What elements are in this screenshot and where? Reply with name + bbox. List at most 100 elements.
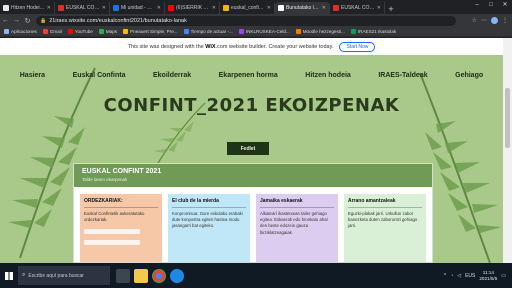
divider xyxy=(348,207,422,208)
bookmark-label: Moodle hezzegesti... xyxy=(302,29,345,34)
padlet-title: EUSKAL CONFINT 2021 xyxy=(82,168,162,175)
bookmark-label: Pneauert Simple, Pre... xyxy=(130,29,178,34)
padlet-attachment[interactable] xyxy=(84,229,140,235)
bookmark-favicon-icon xyxy=(350,29,356,34)
padlet-column[interactable]: ORDEZKARIAK: Euskal Confintetik aukeratut… xyxy=(80,194,162,262)
chrome-icon[interactable] xyxy=(152,268,166,283)
menu-item[interactable]: IRAES-Taldeak xyxy=(378,72,427,79)
bookmark-label: IRAES21 Ikastolak xyxy=(357,29,397,34)
padlet-subtitle: Talde lanen ekarpenak xyxy=(82,177,128,182)
tab-title: Hitzen Hodeia - Ir xyxy=(11,5,45,11)
padlet-post-text: Euskal Confintetik aukeratutako ordezkar… xyxy=(84,211,145,223)
scrollbar-thumb[interactable] xyxy=(505,88,510,148)
window-controls: – □ ✕ xyxy=(470,0,512,10)
padlet-column[interactable]: Jamaika eskaerak Alkatearí ikastetxean ta… xyxy=(256,194,338,262)
tab-close-icon[interactable]: ✕ xyxy=(267,5,271,11)
padlet-embed[interactable]: EUSKAL CONFINT 2021 Talde lanen ekarpena… xyxy=(73,163,433,263)
bookmark-label: YouTube xyxy=(74,29,93,34)
task-view-icon[interactable] xyxy=(116,268,130,283)
bookmark-item[interactable]: Gmail xyxy=(42,29,62,34)
menu-item[interactable]: Euskal Confinta xyxy=(73,72,126,79)
taskbar-search-placeholder: Escribe aquí para buscar xyxy=(28,272,84,279)
divider xyxy=(84,207,158,208)
wix-banner-text: This site was designed with the WiX.com … xyxy=(127,43,334,50)
browser-tab[interactable]: Mi unidad - Goo ✕ xyxy=(110,2,165,14)
start-button[interactable] xyxy=(0,263,18,288)
padlet-attachment[interactable] xyxy=(84,240,140,246)
tab-title: (6)SIERRIK ASKO xyxy=(176,5,210,11)
bookmark-item[interactable]: Aplicaciones xyxy=(4,29,37,34)
browser-toolbar: ← → ↻ 🔒 21iraes.wixsite.com/euskalconfin… xyxy=(0,14,512,27)
bookmark-item[interactable]: YouTube xyxy=(67,29,93,34)
wifi-icon[interactable]: ◔ xyxy=(450,273,453,279)
padlet-column[interactable]: Arrano amantzaleak Eguzki-plakak jarri. U… xyxy=(344,194,426,262)
close-window-icon[interactable]: ✕ xyxy=(498,0,512,10)
file-explorer-icon[interactable] xyxy=(134,268,148,283)
padlet-column-heading: ORDEZKARIAK: xyxy=(84,198,123,204)
page-scrollbar[interactable] xyxy=(503,38,512,263)
divider xyxy=(172,207,246,208)
browser-tab[interactable]: (6)SIERRIK ASKO✕ xyxy=(165,2,220,14)
start-now-button[interactable]: Start Now xyxy=(339,41,376,52)
bookmark-item[interactable]: Tiempo de actuar -... xyxy=(183,29,233,34)
tab-favicon-icon xyxy=(333,5,339,11)
tab-title: EUSKAL CONF xyxy=(341,5,375,11)
minimize-icon[interactable]: – xyxy=(470,0,484,10)
tab-close-icon[interactable]: ✕ xyxy=(157,5,161,11)
bookmark-item[interactable]: Moodle hezzegesti... xyxy=(295,29,345,34)
browser-tab[interactable]: EUSKAL CONFINT✕ xyxy=(55,2,110,14)
notifications-icon[interactable]: ▭ xyxy=(501,273,506,279)
bookmark-favicon-icon xyxy=(4,29,9,34)
padlet-post-text: Alkatearí ikastetxean tailer gehiago egi… xyxy=(260,211,328,235)
bookmark-item[interactable]: IRAES21 Ikastolak xyxy=(350,29,397,34)
star-icon[interactable]: ☆ xyxy=(472,17,477,24)
clock[interactable]: 11:14 2021/5/5 xyxy=(479,270,497,282)
menu-item[interactable]: Hasiera xyxy=(20,72,45,79)
tab-title: Mi unidad - Goo xyxy=(121,5,155,11)
browser-tab[interactable]: Bunutatako lanek✕ xyxy=(275,2,330,14)
windows-taskbar: ⌕ Escribe aquí para buscar ^ ◔ ◁ EUS 11:… xyxy=(0,263,512,288)
padlet-column[interactable]: El club de la mierda Konpromisua: Gure es… xyxy=(168,194,250,262)
taskbar-search[interactable]: ⌕ Escribe aquí para buscar xyxy=(18,266,110,285)
edge-icon[interactable] xyxy=(170,268,184,283)
tab-strip: Hitzen Hodeia - Ir✕EUSKAL CONFINT✕Mi uni… xyxy=(0,0,512,14)
forward-icon[interactable]: → xyxy=(11,17,22,24)
fedlet-button[interactable]: Fedlet xyxy=(227,142,269,155)
tab-title: euskal_confint_p xyxy=(231,5,265,11)
tab-favicon-icon xyxy=(278,5,284,11)
up-arrow-icon[interactable]: ^ xyxy=(444,273,446,279)
avatar[interactable] xyxy=(491,17,498,24)
menu-item[interactable]: Ekarpenen horma xyxy=(219,72,278,79)
wix-banner: This site was designed with the WiX.com … xyxy=(0,38,503,55)
menu-item[interactable]: Hitzen hodeia xyxy=(305,72,351,79)
bookmark-item[interactable]: INKLRUSKEA-Celd... xyxy=(238,29,290,34)
tab-close-icon[interactable]: ✕ xyxy=(377,5,381,11)
padlet-column-heading: Jamaika eskaerak xyxy=(260,198,303,204)
tab-close-icon[interactable]: ✕ xyxy=(102,5,106,11)
new-tab-icon[interactable]: + xyxy=(385,4,397,14)
divider xyxy=(260,207,334,208)
volume-icon[interactable]: ◁ xyxy=(457,273,461,279)
tab-close-icon[interactable]: ✕ xyxy=(47,5,51,11)
web-page: This site was designed with the WiX.com … xyxy=(0,38,503,263)
language-indicator[interactable]: EUS xyxy=(465,273,475,279)
browser-tab[interactable]: EUSKAL CONF ✕ xyxy=(330,2,385,14)
bookmark-label: Maps xyxy=(105,29,118,34)
menu-item[interactable]: Gehiago xyxy=(455,72,483,79)
bookmark-item[interactable]: Maps xyxy=(98,29,118,34)
tab-close-icon[interactable]: ✕ xyxy=(212,5,216,11)
tab-close-icon[interactable]: ✕ xyxy=(322,5,326,11)
menu-icon[interactable]: ⋮ xyxy=(502,17,508,24)
back-icon[interactable]: ← xyxy=(0,17,11,24)
bookmark-favicon-icon xyxy=(67,29,73,34)
browser-tab[interactable]: Hitzen Hodeia - Ir✕ xyxy=(0,2,55,14)
maximize-icon[interactable]: □ xyxy=(484,0,498,10)
address-bar[interactable]: 🔒 21iraes.wixsite.com/euskalconfint2021/… xyxy=(36,15,456,26)
extensions-icon[interactable]: ⋯ xyxy=(481,17,487,24)
page-title: CONFINT_2021 EKOIZPENAK xyxy=(103,95,400,116)
menu-item[interactable]: Ekoilderrak xyxy=(153,72,191,79)
bookmarks-bar: Aplicaciones Gmail YouTube Maps Pneauert Sim… xyxy=(0,27,512,37)
browser-tab[interactable]: euskal_confint_p ✕ xyxy=(220,2,275,14)
bookmark-item[interactable]: Pneauert Simple, Pre... xyxy=(123,29,178,34)
reload-icon[interactable]: ↻ xyxy=(22,17,33,25)
